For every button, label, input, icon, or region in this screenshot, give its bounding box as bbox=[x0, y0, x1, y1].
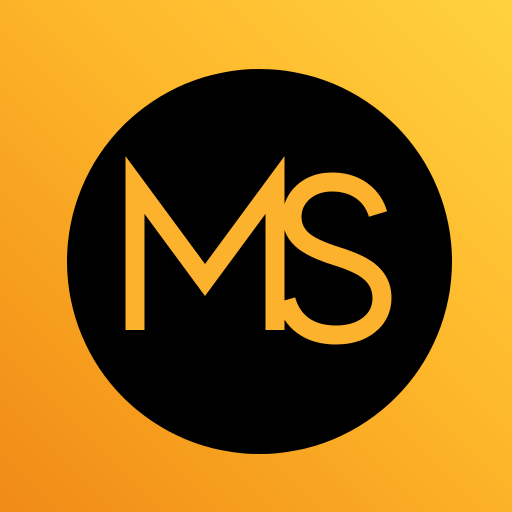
letter-s bbox=[276, 172, 392, 345]
letter-m bbox=[125, 156, 285, 330]
app-icon-background bbox=[0, 0, 512, 512]
ms-monogram-logo bbox=[125, 156, 392, 345]
